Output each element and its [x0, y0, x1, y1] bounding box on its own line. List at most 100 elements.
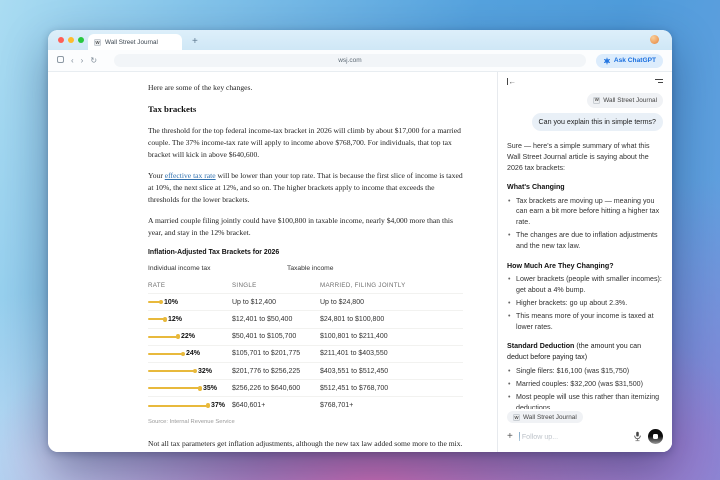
single-range-cell: $256,226 to $640,600 [232, 383, 320, 394]
follow-up-input[interactable]: Follow up... [519, 432, 627, 441]
table-group-headers: Individual income tax Taxable income [148, 264, 463, 279]
rate-bar-icon [148, 318, 165, 320]
maximize-window-button[interactable] [78, 37, 84, 43]
rate-value: 12% [168, 314, 182, 325]
rate-cell: 12% [148, 314, 232, 325]
chat-bullet: This means more of your income is taxed … [507, 311, 663, 332]
article-intro: Here are some of the key changes. [148, 82, 463, 94]
profile-avatar[interactable] [650, 35, 659, 44]
rate-bar-icon [148, 370, 195, 372]
single-range-cell: $640,601+ [232, 400, 320, 411]
new-tab-button[interactable]: + [192, 37, 198, 47]
wsj-favicon-icon: W [513, 414, 520, 421]
url-text: wsj.com [338, 57, 361, 64]
rate-cell: 35% [148, 383, 232, 394]
chat-section-heading: What's Changing [507, 182, 663, 193]
article-paragraph: Your effective tax rate will be lower th… [148, 170, 463, 206]
header-rate: RATE [148, 281, 232, 291]
table-title: Inflation-Adjusted Tax Brackets for 2026 [148, 248, 463, 259]
attachment-row: W Wall Street Journal [507, 93, 663, 108]
married-range-cell: Up to $24,800 [320, 297, 463, 308]
tab-bar: W Wall Street Journal + [48, 30, 672, 50]
table-row: 32%$201,776 to $256,225$403,551 to $512,… [148, 362, 463, 379]
table-row: 22% $50,401 to $105,700$100,801 to $211,4… [148, 328, 463, 345]
rate-cell: 10% [148, 297, 232, 308]
composer-source-chip[interactable]: W Wall Street Journal [507, 411, 583, 423]
chat-menu-icon[interactable] [655, 79, 663, 83]
browser-tab-wsj[interactable]: W Wall Street Journal [88, 34, 182, 50]
voice-mode-button[interactable] [648, 429, 663, 444]
rate-value: 10% [164, 297, 178, 308]
rate-bar-icon [148, 387, 200, 389]
paragraph-text: Your [148, 171, 165, 180]
tax-brackets-table: Inflation-Adjusted Tax Brackets for 2026… [148, 248, 463, 427]
chat-sidebar: ← W Wall Street Journal Can you explain … [497, 72, 672, 452]
browser-window: W Wall Street Journal + ‹ › ↻ wsj.com As… [48, 30, 672, 452]
table-source: Source: Internal Revenue Service [148, 418, 463, 427]
page-content: Here are some of the key changes. Tax br… [48, 72, 672, 452]
composer-input-row: + Follow up... [507, 429, 663, 444]
single-range-cell: Up to $12,400 [232, 297, 320, 308]
reload-icon[interactable]: ↻ [90, 57, 97, 65]
user-message-row: Can you explain this in simple terms? [507, 113, 663, 132]
rate-value: 35% [203, 383, 217, 394]
rate-cell: 32% [148, 366, 232, 377]
ask-chatgpt-button[interactable]: Ask ChatGPT [596, 54, 663, 68]
chat-bullet: Higher brackets: go up about 2.3%. [507, 298, 663, 309]
source-chip-wsj[interactable]: W Wall Street Journal [587, 93, 663, 108]
rate-value: 32% [198, 366, 212, 377]
married-range-cell: $512,451 to $768,700 [320, 383, 463, 394]
assistant-sections: What's Changing Tax brackets are moving u… [507, 182, 663, 409]
single-range-cell: $201,776 to $256,225 [232, 366, 320, 377]
married-range-cell: $100,801 to $211,400 [320, 331, 463, 342]
header-married: MARRIED, FILING JOINTLY [320, 281, 463, 291]
url-bar[interactable]: wsj.com [114, 54, 586, 67]
table-row: 35% $256,226 to $640,600$512,451 to $768,… [148, 379, 463, 396]
article-paragraph: The threshold for the top federal income… [148, 125, 463, 161]
chat-bullet: Tax brackets are moving up — meaning you… [507, 196, 663, 228]
table-row: 12%$12,401 to $50,400$24,801 to $100,800 [148, 310, 463, 327]
rate-value: 24% [186, 348, 200, 359]
chat-section-heading: How Much Are They Changing? [507, 261, 663, 272]
married-range-cell: $24,801 to $100,800 [320, 314, 463, 325]
wsj-favicon-icon: W [593, 97, 600, 104]
ask-chatgpt-label: Ask ChatGPT [614, 57, 656, 64]
sidebar-toggle-icon[interactable] [57, 56, 64, 65]
rate-value: 22% [181, 331, 195, 342]
chat-bullet: The changes are due to inflation adjustm… [507, 230, 663, 251]
rate-cell: 24% [148, 348, 232, 359]
chat-bullet: Married couples: $32,200 (was $31,500) [507, 379, 663, 390]
composer-attachment-row: W Wall Street Journal [507, 411, 663, 423]
back-icon[interactable]: ‹ [71, 57, 74, 65]
rate-cell: 37% [148, 400, 232, 411]
minimize-window-button[interactable] [68, 37, 74, 43]
input-placeholder: Follow up... [522, 433, 558, 441]
collapse-sidebar-icon[interactable]: ← [507, 78, 516, 85]
article-paragraph: Not all tax parameters get inflation adj… [148, 438, 463, 450]
article-paragraph: A married couple filing jointly could ha… [148, 215, 463, 239]
assistant-intro: Sure — here's a simple summary of what t… [507, 141, 663, 173]
text-caret [519, 432, 520, 441]
chat-section-heading: Standard Deduction (the amount you can d… [507, 341, 663, 362]
add-attachment-icon[interactable]: + [507, 432, 513, 442]
microphone-icon[interactable] [633, 431, 642, 442]
forward-icon[interactable]: › [81, 57, 84, 65]
table-column-headers: RATE SINGLE MARRIED, FILING JOINTLY [148, 278, 463, 293]
chat-bullet: Lower brackets (people with smaller inco… [507, 274, 663, 295]
user-message-bubble: Can you explain this in simple terms? [532, 113, 664, 132]
table-row: 37%$640,601+$768,701+ [148, 396, 463, 413]
chatgpt-logo-icon [603, 57, 611, 65]
sidebar-header: ← [498, 72, 672, 90]
rate-cell: 22% [148, 331, 232, 342]
rate-bar-icon [148, 336, 178, 338]
header-single: SINGLE [232, 281, 320, 291]
rate-bar-icon [148, 405, 208, 407]
effective-tax-rate-link[interactable]: effective tax rate [165, 171, 216, 180]
single-range-cell: $50,401 to $105,700 [232, 331, 320, 342]
close-window-button[interactable] [58, 37, 64, 43]
married-range-cell: $768,701+ [320, 400, 463, 411]
tab-title: Wall Street Journal [105, 39, 158, 46]
composer-chip-label: Wall Street Journal [523, 414, 577, 421]
article-heading-tax-brackets: Tax brackets [148, 103, 463, 117]
chat-bullet: Single filers: $16,100 (was $15,750) [507, 366, 663, 377]
